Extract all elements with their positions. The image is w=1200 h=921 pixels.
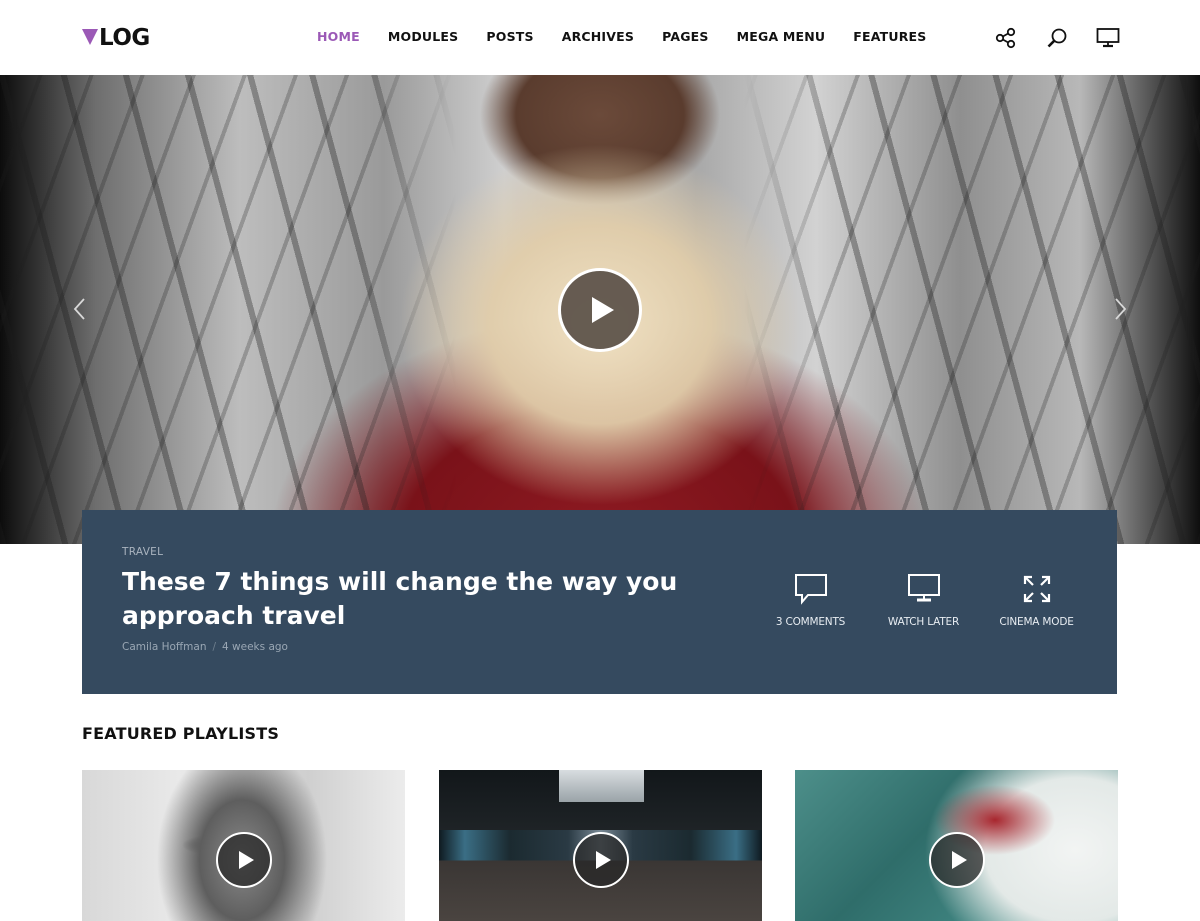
- nav-item-archives[interactable]: ARCHIVES: [562, 29, 634, 44]
- featured-playlists-heading: FEATURED PLAYLISTS: [82, 724, 280, 743]
- post-actions: 3 COMMENTS WATCH LATER CINEMA MODE: [754, 572, 1093, 628]
- post-author[interactable]: Camila Hoffman: [122, 641, 206, 653]
- comment-icon: [794, 574, 827, 605]
- post-date: 4 weeks ago: [222, 641, 288, 653]
- comments-button[interactable]: 3 COMMENTS: [754, 572, 867, 628]
- watch-later-label: WATCH LATER: [887, 616, 960, 628]
- playlist-play-button[interactable]: [216, 832, 272, 888]
- playlist-card[interactable]: [795, 770, 1118, 921]
- hero-play-button[interactable]: [558, 268, 642, 352]
- site-logo[interactable]: LOG: [82, 25, 150, 51]
- main-nav: HOME MODULES POSTS ARCHIVES PAGES MEGA M…: [303, 29, 941, 44]
- nav-item-home[interactable]: HOME: [317, 29, 360, 44]
- meta-separator: /: [212, 641, 217, 653]
- comments-label: 3 COMMENTS: [775, 616, 846, 628]
- nav-item-pages[interactable]: PAGES: [662, 29, 709, 44]
- post-title[interactable]: These 7 things will change the way you a…: [122, 565, 682, 633]
- play-icon: [951, 851, 967, 869]
- chevron-right-icon: [1115, 298, 1127, 320]
- search-button[interactable]: [1043, 24, 1071, 52]
- playlist-card[interactable]: [82, 770, 405, 921]
- playlist-card[interactable]: [439, 770, 762, 921]
- nav-item-modules[interactable]: MODULES: [388, 29, 459, 44]
- watch-later-button[interactable]: WATCH LATER: [867, 572, 980, 628]
- playlist-play-button[interactable]: [929, 832, 985, 888]
- play-icon: [238, 851, 254, 869]
- cinema-mode-button[interactable]: CINEMA MODE: [980, 572, 1093, 628]
- featured-post-card: TRAVEL These 7 things will change the wa…: [82, 510, 1117, 694]
- slider-prev-button[interactable]: [70, 297, 90, 321]
- site-header: LOG HOME MODULES POSTS ARCHIVES PAGES ME…: [0, 0, 1200, 75]
- cinema-mode-label: CINEMA MODE: [999, 616, 1074, 628]
- hero-video[interactable]: [0, 75, 1200, 544]
- play-icon: [592, 297, 614, 323]
- playlist-play-button[interactable]: [573, 832, 629, 888]
- header-actions: [969, 24, 1122, 52]
- slider-next-button[interactable]: [1110, 297, 1130, 321]
- share-button[interactable]: [992, 24, 1020, 52]
- monitor-icon: [907, 574, 940, 602]
- post-meta: Camila Hoffman / 4 weeks ago: [122, 641, 288, 653]
- play-icon: [595, 851, 611, 869]
- share-icon: [995, 27, 1016, 49]
- expand-icon: [1023, 575, 1050, 603]
- nav-item-posts[interactable]: POSTS: [486, 29, 533, 44]
- nav-item-features[interactable]: FEATURES: [853, 29, 926, 44]
- logo-triangle-icon: [82, 29, 98, 45]
- post-category[interactable]: TRAVEL: [122, 546, 163, 558]
- search-icon: [1047, 28, 1067, 48]
- chevron-left-icon: [73, 298, 85, 320]
- logo-text: LOG: [99, 25, 150, 51]
- monitor-icon: [1096, 28, 1120, 48]
- nav-item-mega-menu[interactable]: MEGA MENU: [737, 29, 826, 44]
- watch-later-header-button[interactable]: [1094, 24, 1122, 52]
